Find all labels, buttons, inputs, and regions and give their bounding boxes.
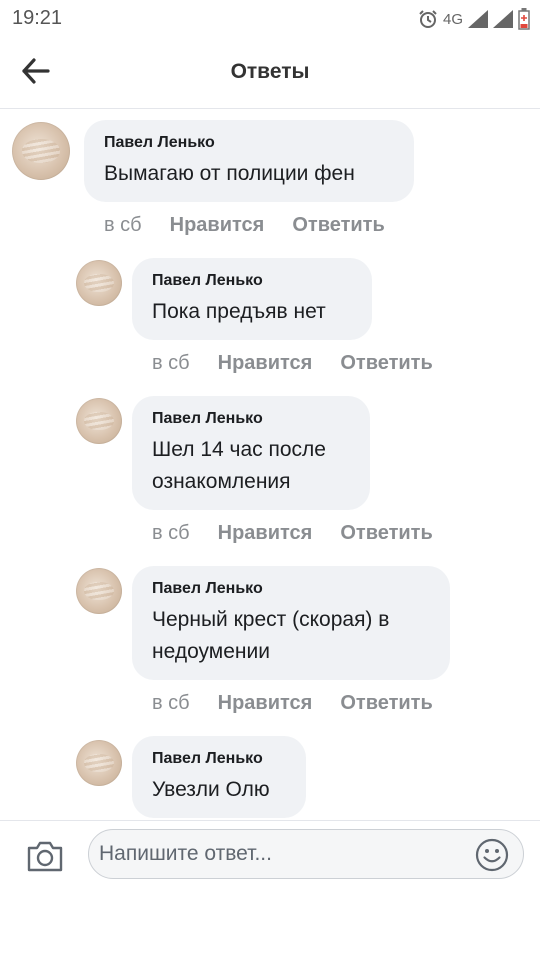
battery-icon	[518, 8, 530, 30]
reply: Павел Ленько Увезли Олю	[0, 726, 540, 820]
avatar[interactable]	[76, 740, 122, 786]
camera-icon[interactable]	[26, 839, 64, 873]
comment-author[interactable]: Павел Ленько	[152, 750, 286, 768]
comment-author[interactable]: Павел Ленько	[152, 272, 352, 290]
reply-button[interactable]: Ответить	[340, 692, 432, 715]
reply-input-placeholder: Напишите ответ...	[99, 842, 272, 865]
comment-time: в сб	[152, 352, 190, 374]
comment-text-line: недоумении	[152, 640, 270, 663]
comment-text: Увезли Олю	[152, 778, 270, 801]
comment-bubble[interactable]: Павел Ленько Черный крест (скорая) в нед…	[132, 566, 450, 680]
like-button[interactable]: Нравится	[218, 352, 313, 375]
comment-actions: в сб Нравится Ответить	[104, 214, 385, 237]
comment-actions: в сб Нравится Ответить	[152, 352, 433, 375]
comment-author[interactable]: Павел Ленько	[152, 580, 430, 598]
comment: Павел Ленько Вымагаю от полиции фен в сб…	[0, 108, 540, 248]
comment-bubble[interactable]: Павел Ленько Увезли Олю	[132, 736, 306, 818]
reply: Павел Ленько Пока предъяв нет в сб Нрави…	[0, 248, 540, 384]
like-button[interactable]: Нравится	[218, 522, 313, 545]
comment-time: в сб	[152, 692, 190, 714]
comment-text-line: Черный крест (скорая) в	[152, 608, 390, 631]
comment-bubble[interactable]: Павел Ленько Вымагаю от полиции фен	[84, 120, 414, 202]
reply: Павел Ленько Черный крест (скорая) в нед…	[0, 554, 540, 724]
avatar[interactable]	[12, 122, 70, 180]
like-button[interactable]: Нравится	[170, 214, 265, 237]
comment-time: в сб	[104, 214, 142, 236]
avatar[interactable]	[76, 398, 122, 444]
comment-actions: в сб Нравится Ответить	[152, 692, 433, 715]
status-bar: 19:21 4G	[0, 0, 540, 40]
smile-icon[interactable]	[475, 838, 509, 872]
network-type: 4G	[442, 10, 463, 28]
reply-button[interactable]: Ответить	[340, 352, 432, 375]
header: Ответы	[0, 40, 540, 109]
alarm-icon	[419, 10, 437, 28]
comment-actions: в сб Нравится Ответить	[152, 522, 433, 545]
comment-time: в сб	[152, 522, 190, 544]
comment-author[interactable]: Павел Ленько	[104, 134, 394, 152]
avatar[interactable]	[76, 260, 122, 306]
status-icons: 4G	[418, 8, 530, 30]
comment-text-line: Шел 14 час после	[152, 438, 326, 461]
reply-input[interactable]: Напишите ответ...	[88, 829, 524, 879]
page-title: Ответы	[230, 60, 310, 83]
comment-author[interactable]: Павел Ленько	[152, 410, 350, 428]
reply: Павел Ленько Шел 14 час после ознакомлен…	[0, 384, 540, 556]
like-button[interactable]: Нравится	[218, 692, 313, 715]
comment-bubble[interactable]: Павел Ленько Шел 14 час после ознакомлен…	[132, 396, 370, 510]
signal-icon	[468, 10, 488, 28]
reply-composer: Напишите ответ...	[0, 820, 540, 893]
status-time: 19:21	[12, 7, 63, 29]
signal-icon	[493, 10, 513, 28]
reply-button[interactable]: Ответить	[340, 522, 432, 545]
comment-text-line: ознакомления	[152, 470, 291, 493]
reply-button[interactable]: Ответить	[292, 214, 384, 237]
comment-text: Пока предъяв нет	[152, 300, 326, 323]
comment-text: Вымагаю от полиции фен	[104, 162, 355, 185]
avatar[interactable]	[76, 568, 122, 614]
comment-bubble[interactable]: Павел Ленько Пока предъяв нет	[132, 258, 372, 340]
replies-thread[interactable]: Павел Ленько Вымагаю от полиции фен в сб…	[0, 108, 540, 820]
